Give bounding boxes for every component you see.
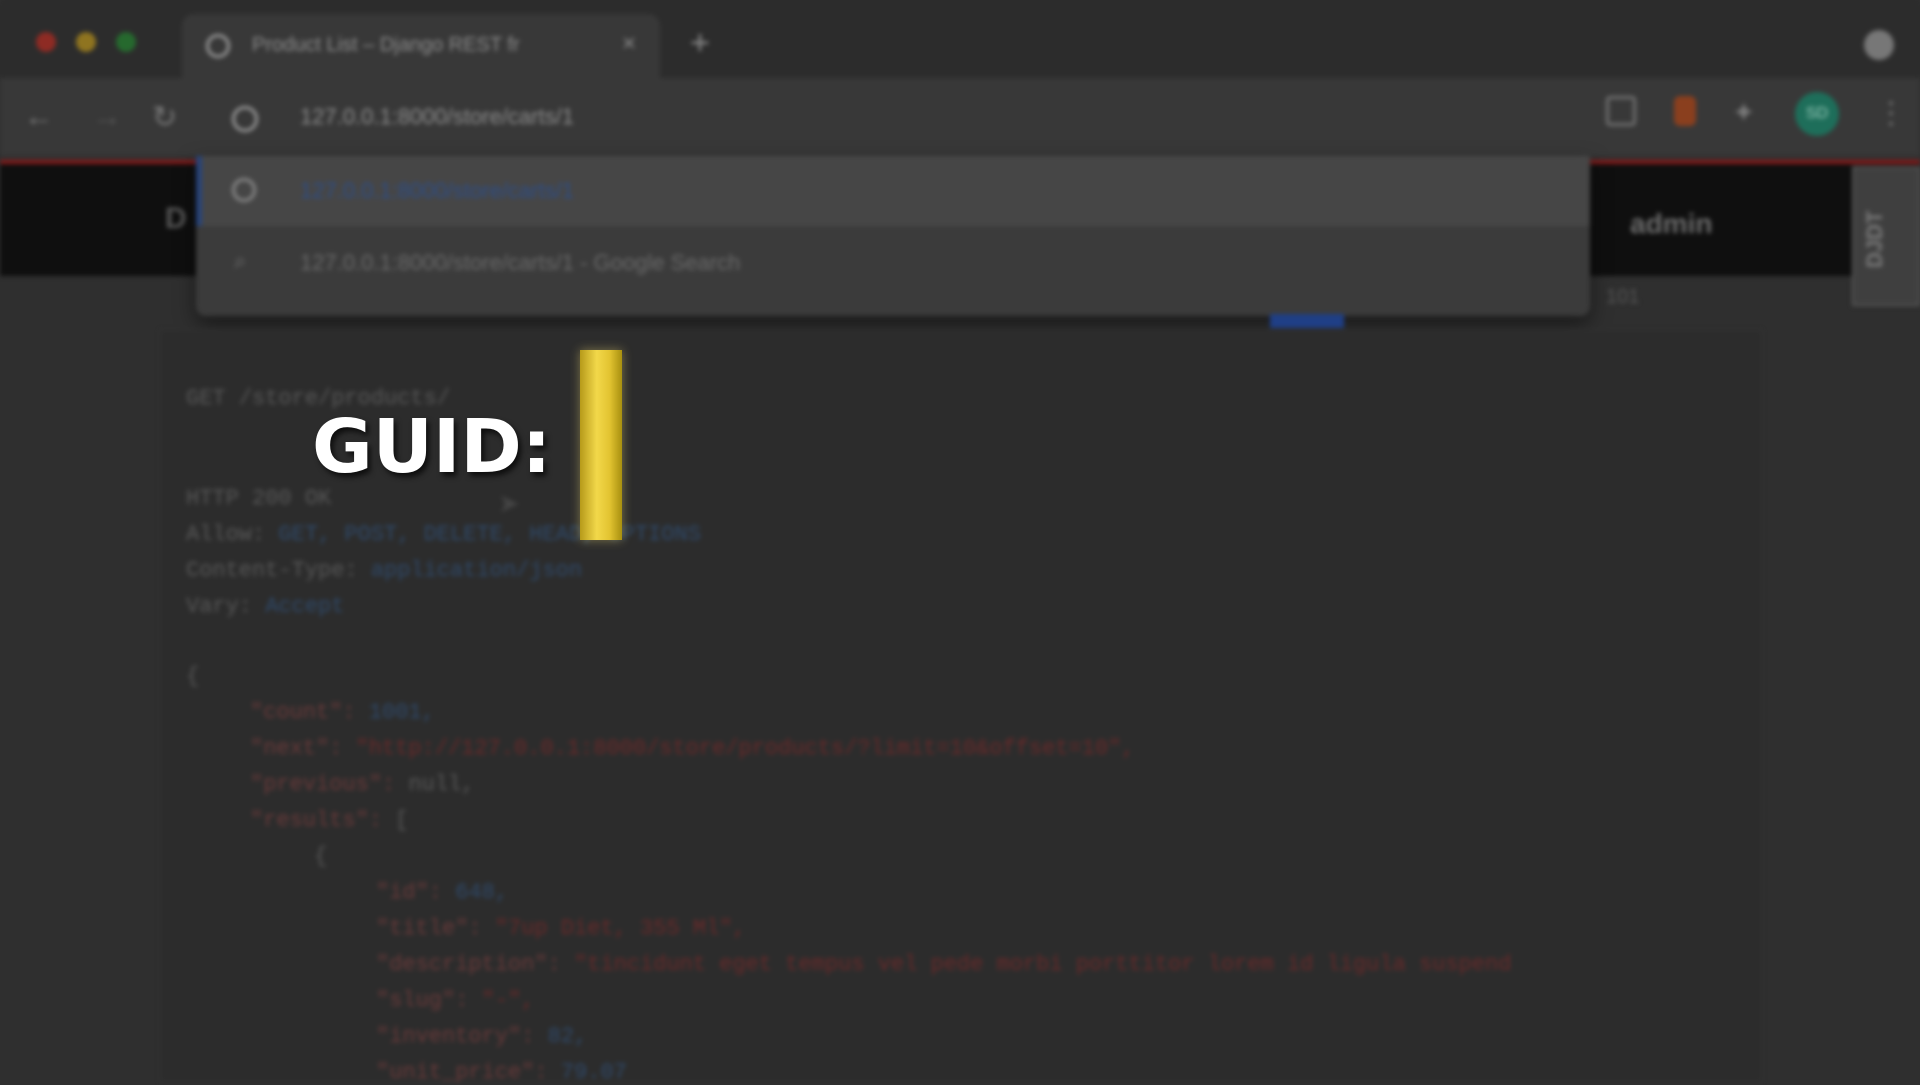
minimize-window-button[interactable] (76, 32, 96, 52)
json-count: "count": 1001, (250, 700, 435, 725)
maximize-window-button[interactable] (116, 32, 136, 52)
status-line: HTTP 200 OK (186, 486, 332, 511)
json-slug: "slug": "-", (376, 988, 535, 1013)
close-window-button[interactable] (36, 32, 56, 52)
debug-toolbar-handle[interactable]: DJDT (1852, 166, 1920, 306)
json-object-open: { (314, 844, 328, 869)
json-id: "id": 648, (376, 880, 509, 905)
extension-icon[interactable] (1674, 96, 1696, 126)
pagination-link[interactable]: 101 (1606, 286, 1639, 309)
suggestion-text: 127.0.0.1:8000/store/carts/1 (300, 178, 574, 203)
json-results: "results": [ (250, 808, 409, 833)
content-type-header: Content-Type: application/json (186, 558, 583, 583)
tab-product-list[interactable]: Product List – Django REST fr × (182, 14, 660, 78)
address-bar[interactable]: 127.0.0.1:8000/store/carts/1 (200, 94, 1590, 154)
typing-cursor-highlight (580, 350, 622, 540)
globe-icon (206, 34, 230, 58)
cast-icon[interactable] (1606, 96, 1636, 126)
suggestion-text: 127.0.0.1:8000/store/carts/1 - Google Se… (300, 250, 741, 275)
debug-toolbar-label: DJDT (1862, 210, 1887, 268)
json-unit-price: "unit_price": 79.07 (376, 1060, 627, 1085)
reload-icon[interactable]: ↻ (152, 100, 177, 135)
tab-strip: Product List – Django REST fr × + (0, 0, 1920, 78)
chrome-menu-icon[interactable] (1864, 30, 1894, 60)
tab-title: Product List – Django REST fr (252, 34, 520, 56)
overlay-caption: GUID: G (312, 404, 594, 490)
django-brand[interactable]: D (165, 202, 187, 236)
more-menu-icon[interactable]: ⋮ (1876, 96, 1906, 131)
profile-avatar[interactable]: SD (1795, 92, 1839, 136)
loading-progress-bar (1270, 314, 1344, 328)
forward-arrow-icon[interactable]: → (92, 100, 122, 134)
puzzle-icon[interactable]: ✦ (1732, 96, 1762, 128)
close-tab-icon[interactable]: × (622, 30, 636, 58)
json-title: "title": "7up Diet, 355 Ml", (376, 916, 746, 941)
search-icon: ⌕ (234, 248, 247, 273)
json-previous: "previous": null, (250, 772, 475, 797)
suggestion-url[interactable]: 127.0.0.1:8000/store/carts/1 (196, 156, 1590, 226)
user-menu[interactable]: admin (1630, 208, 1712, 240)
vary-header: Vary: Accept (186, 594, 345, 619)
browser-window: Product List – Django REST fr × + ← → ↻ … (0, 0, 1920, 1085)
suggestion-search[interactable]: ⌕ 127.0.0.1:8000/store/carts/1 - Google … (196, 228, 1590, 298)
new-tab-button[interactable]: + (690, 24, 710, 63)
mouse-pointer-icon: ➤ (498, 488, 520, 518)
globe-icon (232, 178, 256, 202)
allow-header: Allow: GET, POST, DELETE, HEAD, OPTIONS (186, 522, 701, 547)
json-inventory: "inventory": 82, (376, 1024, 588, 1049)
json-description: "description": "tincidunt eget tempus ve… (376, 952, 1512, 977)
site-info-icon[interactable] (232, 106, 258, 132)
json-next: "next": "http://127.0.0.1:8000/store/pro… (250, 736, 1135, 761)
json-brace: { (186, 664, 200, 689)
back-arrow-icon[interactable]: ← (24, 100, 54, 134)
address-input[interactable]: 127.0.0.1:8000/store/carts/1 (300, 104, 574, 130)
omnibox-dropdown: 127.0.0.1:8000/store/carts/1 ⌕ 127.0.0.1… (196, 156, 1590, 316)
